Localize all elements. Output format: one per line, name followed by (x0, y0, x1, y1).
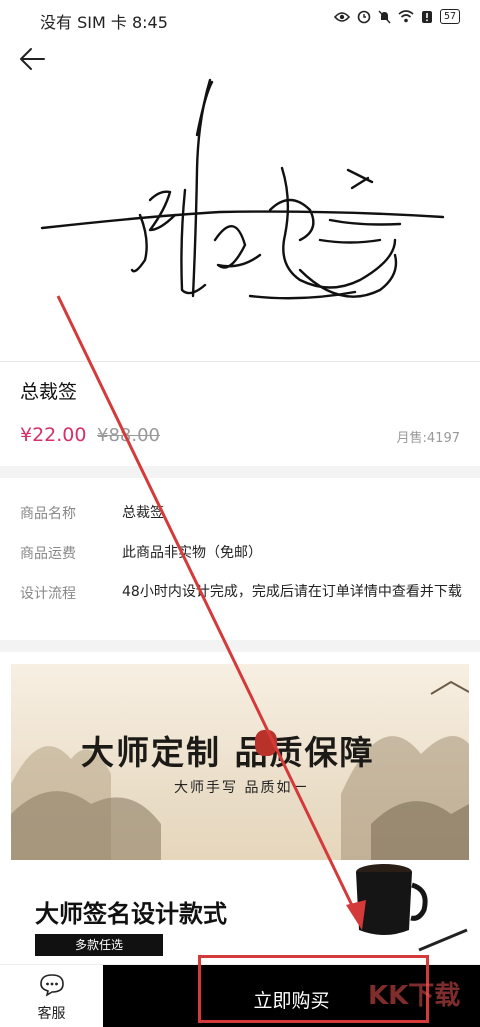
monthly-sales: 月售:4197 (396, 431, 460, 446)
wifi-icon (398, 10, 414, 23)
product-detail-page: 没有 SIM 卡 8:45 57 总裁签 ¥22.00 ¥88.00 月售:41… (0, 0, 480, 1027)
detail-value: 此商品非实物（免邮） (122, 545, 262, 561)
banner-subline: 大师手写 品质如一 (174, 780, 309, 796)
section-separator (0, 466, 480, 478)
seal-stamp (255, 730, 277, 756)
style-section: 大师签名设计款式 多款任选 (11, 860, 469, 964)
status-bar: 没有 SIM 卡 8:45 57 (0, 0, 480, 38)
alert-icon (421, 10, 432, 23)
eye-icon (333, 11, 350, 22)
section-separator (0, 640, 480, 652)
section-title: 大师签名设计款式 (35, 900, 227, 928)
detail-label: 商品名称 (20, 506, 76, 522)
chat-bubble-icon (40, 974, 64, 997)
product-price: ¥22.00 (20, 424, 87, 446)
customer-service-label: 客服 (37, 1006, 66, 1022)
detail-label: 商品运费 (20, 546, 76, 562)
status-icons: 57 (333, 9, 460, 24)
section-tag: 多款任选 (35, 934, 163, 956)
banner-headline: 大师定制 品质保障 (81, 733, 375, 772)
status-time: 没有 SIM 卡 8:45 (40, 13, 168, 32)
original-price: ¥88.00 (97, 425, 160, 446)
mute-icon (378, 10, 391, 23)
product-title: 总裁签 (20, 381, 78, 403)
detail-value: 48小时内设计完成，完成后请在订单详情中查看并下载 (122, 584, 462, 600)
alarm-off-icon (357, 10, 371, 23)
promo-banner: 大师定制 品质保障 大师手写 品质如一 (11, 664, 469, 860)
coffee-cup-image (356, 864, 468, 952)
customer-service-button[interactable]: 客服 (0, 965, 103, 1027)
watermark: KK下载 (368, 981, 461, 1011)
battery-icon: 57 (439, 9, 460, 24)
hero-divider (0, 361, 480, 362)
signature-image (40, 78, 445, 300)
detail-value: 总裁签 (122, 505, 164, 521)
detail-label: 设计流程 (20, 586, 76, 602)
